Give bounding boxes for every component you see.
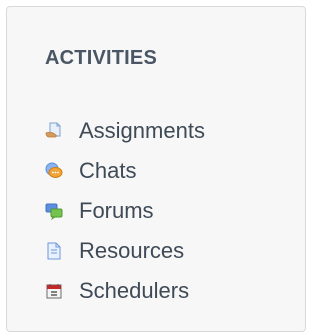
activity-label: Assignments	[79, 118, 205, 143]
activity-item-schedulers[interactable]: Schedulers	[45, 271, 205, 311]
assignment-icon	[45, 122, 63, 140]
forum-icon	[45, 202, 63, 221]
block-title: ACTIVITIES	[45, 47, 158, 69]
activities-block: ACTIVITIES Assignments Chats Forums Reso…	[6, 6, 306, 332]
activity-item-forums[interactable]: Forums	[45, 191, 205, 231]
activity-item-assignments[interactable]: Assignments	[45, 111, 205, 151]
chat-icon	[45, 162, 63, 180]
scheduler-icon	[45, 282, 63, 300]
activity-label: Schedulers	[79, 278, 190, 303]
activity-item-chats[interactable]: Chats	[45, 151, 205, 191]
activity-label: Resources	[79, 238, 185, 263]
activity-item-resources[interactable]: Resources	[45, 231, 205, 271]
activities-list: Assignments Chats Forums Resources Sched…	[45, 111, 205, 311]
activity-label: Forums	[79, 198, 154, 223]
activity-label: Chats	[79, 158, 137, 183]
resource-icon	[45, 242, 63, 260]
